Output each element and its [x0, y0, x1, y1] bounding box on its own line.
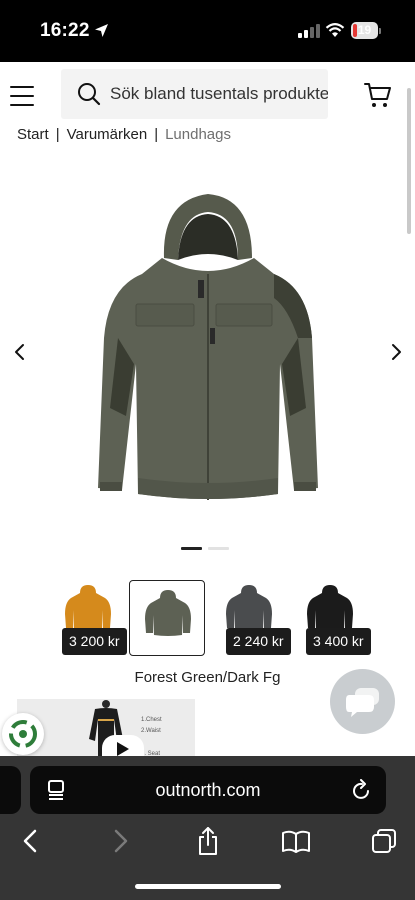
pagination-dot[interactable]: [208, 547, 229, 550]
hamburger-menu-icon[interactable]: [10, 86, 34, 106]
chat-button[interactable]: [330, 669, 395, 734]
gallery-pagination: [181, 547, 231, 550]
location-arrow-icon: [95, 24, 108, 37]
variant-price-2: 2 240 kr: [226, 628, 291, 655]
reload-icon[interactable]: [352, 779, 372, 801]
address-bar[interactable]: outnorth.com: [30, 766, 386, 814]
jacket-thumbnail-icon: [307, 585, 353, 631]
breadcrumb-brands[interactable]: Varumärken: [67, 126, 148, 143]
jacket-thumbnail-icon: [65, 585, 111, 631]
chevron-left-icon[interactable]: [10, 340, 30, 364]
jacket-thumbnail-icon: [145, 590, 191, 636]
search-icon: [78, 83, 101, 106]
forward-icon[interactable]: [108, 826, 132, 856]
search-input[interactable]: [110, 69, 328, 119]
chevron-right-icon[interactable]: [386, 340, 406, 364]
breadcrumb-separator: |: [55, 126, 60, 143]
variant-price-3: 3 400 kr: [306, 628, 371, 655]
breadcrumb-separator: |: [154, 126, 159, 143]
cellular-signal-icon: [298, 24, 320, 38]
battery-level-text: 19: [357, 23, 372, 37]
previous-tab-preview[interactable]: [0, 766, 21, 814]
play-icon: [117, 742, 129, 756]
recycle-icon: [9, 720, 37, 748]
wifi-icon: [325, 23, 345, 37]
tabs-icon[interactable]: [370, 826, 398, 856]
breadcrumb: Start | Varumärken | Lundhags: [17, 126, 231, 143]
home-indicator: [135, 884, 281, 889]
variant-price-0: 3 200 kr: [62, 628, 127, 655]
status-bar: 16:22 19: [0, 0, 415, 62]
back-icon[interactable]: [19, 826, 43, 856]
cart-icon[interactable]: [364, 81, 392, 109]
page-scrollbar[interactable]: [407, 88, 411, 234]
search-box[interactable]: [61, 69, 328, 119]
bookmarks-icon[interactable]: [281, 826, 311, 856]
share-icon[interactable]: [196, 826, 220, 856]
battery-icon: 19: [351, 22, 381, 39]
product-image-jacket[interactable]: [92, 188, 322, 513]
measure-label-chest: 1.Chest: [141, 717, 162, 723]
url-text: outnorth.com: [155, 780, 261, 800]
eco-badge[interactable]: [2, 713, 44, 755]
chat-bubble-icon: [346, 688, 379, 717]
status-time: 16:22: [40, 20, 90, 41]
measure-label-waist: 2.Waist: [141, 728, 161, 734]
breadcrumb-start[interactable]: Start: [17, 126, 49, 143]
variant-thumb-1[interactable]: [129, 580, 205, 656]
pagination-dot-active[interactable]: [181, 547, 202, 550]
breadcrumb-current: Lundhags: [165, 126, 231, 143]
jacket-thumbnail-icon: [226, 585, 272, 631]
